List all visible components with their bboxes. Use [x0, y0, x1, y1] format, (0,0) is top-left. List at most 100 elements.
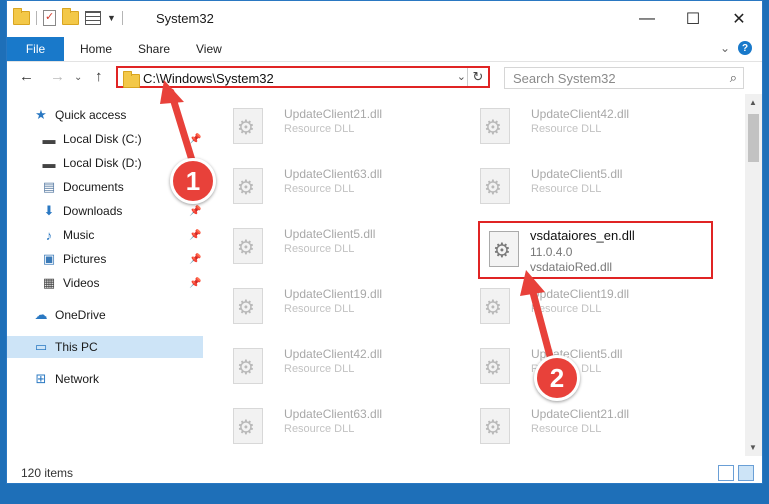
computer-icon: ▭ [34, 339, 48, 354]
star-icon: ★ [35, 107, 47, 122]
sidebar-item-label: Local Disk (C:) [63, 132, 142, 146]
pin-icon[interactable]: 📌 [189, 134, 201, 145]
file-item[interactable]: UpdateClient63.dll Resource DLL [220, 162, 440, 210]
vertical-scrollbar[interactable]: ▲ ▼ [745, 94, 762, 456]
file-type: Resource DLL [284, 183, 355, 195]
search-placeholder: Search System32 [513, 71, 616, 86]
sidebar-item-label: Quick access [55, 108, 127, 122]
sidebar-item-label: Downloads [63, 204, 123, 218]
pin-icon[interactable]: 📌 [189, 230, 201, 241]
pin-icon[interactable]: 📌 [189, 278, 201, 289]
window-title: System32 [156, 11, 214, 26]
sidebar-item-label: OneDrive [55, 308, 106, 322]
file-name: UpdateClient42.dll [284, 347, 383, 361]
file-item[interactable]: UpdateClient21.dll Resource DLL [220, 102, 440, 150]
pin-icon[interactable]: 📌 [189, 254, 201, 265]
view-icon[interactable] [85, 11, 101, 25]
expand-ribbon-icon[interactable]: ⌄ [720, 41, 730, 55]
tab-view[interactable]: View [196, 42, 222, 56]
file-name: UpdateClient5.dll [284, 227, 376, 241]
up-arrow-icon[interactable]: ↑ [95, 68, 103, 85]
dll-file-icon [233, 228, 263, 264]
properties-icon[interactable] [43, 10, 56, 26]
drive-icon: ▬ [42, 155, 56, 171]
dll-file-icon [480, 408, 510, 444]
sidebar-item-music[interactable]: ♪ Music 📌 [7, 224, 203, 246]
callout-step-2: 2 [534, 355, 580, 401]
file-version: 11.0.4.0 [530, 245, 573, 259]
file-name: vsdataiores_en.dll [530, 228, 635, 243]
sidebar-item-network[interactable]: ⊞ Network [7, 368, 203, 390]
scroll-down-icon[interactable]: ▼ [749, 443, 757, 452]
maximize-button[interactable]: ☐ [670, 1, 716, 37]
chevron-down-icon[interactable]: ▼ [107, 13, 116, 23]
refresh-icon[interactable]: ↻ [467, 68, 488, 86]
navigation-pane: ★ Quick access ▬ Local Disk (C:) 📌 ▬ Loc… [7, 94, 203, 458]
toolbar-divider [121, 11, 123, 25]
close-button[interactable]: ✕ [716, 1, 762, 37]
sidebar-item-label: This PC [55, 340, 98, 354]
new-folder-icon[interactable] [62, 8, 79, 25]
sidebar-item-label: Network [55, 372, 100, 386]
address-dropdown-icon[interactable]: ⌄ [457, 70, 466, 83]
file-item[interactable]: UpdateClient19.dll Resource DLL [220, 282, 440, 330]
network-icon: ⊞ [35, 371, 47, 386]
sidebar-item-local-disk-c[interactable]: ▬ Local Disk (C:) 📌 [7, 128, 203, 150]
folder-icon [123, 71, 140, 88]
dll-file-icon [233, 348, 263, 384]
file-name: UpdateClient19.dll [531, 287, 630, 301]
file-item[interactable]: UpdateClient5.dll Resource DLL [467, 162, 687, 210]
file-item[interactable]: UpdateClient63.dll Resource DLL [220, 402, 440, 450]
file-type: Resource DLL [284, 363, 355, 375]
title-bar: ▼ System32 — ☐ ✕ [7, 1, 762, 37]
file-type: Resource DLL [284, 423, 355, 435]
tab-home[interactable]: Home [80, 42, 112, 56]
sidebar-item-onedrive[interactable]: ☁ OneDrive [7, 304, 203, 326]
file-name: UpdateClient42.dll [531, 107, 630, 121]
music-icon: ♪ [45, 227, 53, 243]
tab-file[interactable]: File [7, 37, 64, 61]
file-type: Resource DLL [531, 183, 602, 195]
tab-share[interactable]: Share [138, 42, 170, 56]
scrollbar-thumb[interactable] [748, 114, 759, 162]
sidebar-item-downloads[interactable]: ⬇ Downloads 📌 [7, 200, 203, 222]
file-name: UpdateClient19.dll [284, 287, 383, 301]
pictures-icon: ▣ [42, 251, 56, 266]
minimize-button[interactable]: — [624, 1, 670, 37]
file-name: UpdateClient63.dll [284, 407, 383, 421]
search-icon[interactable]: ⌕ [730, 70, 737, 86]
tiles-view-icon[interactable] [738, 465, 754, 481]
sidebar-item-pictures[interactable]: ▣ Pictures 📌 [7, 248, 203, 270]
file-item[interactable]: UpdateClient5.dll Resource DLL [220, 222, 440, 270]
recent-locations-icon[interactable]: ⌄ [74, 72, 82, 83]
back-arrow-icon[interactable]: ← [19, 68, 34, 85]
file-type: Resource DLL [284, 123, 355, 135]
file-item[interactable]: UpdateClient42.dll Resource DLL [220, 342, 440, 390]
sidebar-item-label: Music [63, 228, 95, 242]
file-item[interactable]: UpdateClient21.dll Resource DLL [467, 402, 687, 450]
sidebar-item-videos[interactable]: ▦ Videos 📌 [7, 272, 203, 294]
documents-icon: ▤ [42, 179, 56, 194]
address-bar[interactable]: C:\Windows\System32 ⌄ ↻ [116, 66, 490, 88]
dll-file-icon [480, 348, 510, 384]
file-list: UpdateClient21.dll Resource DLL UpdateCl… [212, 94, 742, 456]
view-switcher [718, 465, 754, 481]
help-icon[interactable]: ? [738, 41, 752, 55]
dll-file-icon [480, 288, 510, 324]
sidebar-item-this-pc[interactable]: ▭ This PC [7, 336, 203, 358]
folder-icon[interactable] [13, 8, 30, 25]
quick-access-toolbar: ▼ [13, 8, 123, 26]
drive-icon: ▬ [42, 131, 56, 147]
ribbon-controls: ⌄ ? [720, 41, 752, 55]
file-description: vsdataioRed.dll [530, 260, 613, 274]
details-view-icon[interactable] [718, 465, 734, 481]
scroll-up-icon[interactable]: ▲ [749, 98, 757, 107]
forward-arrow-icon[interactable]: → [50, 68, 65, 85]
address-path[interactable]: C:\Windows\System32 [143, 71, 274, 86]
pin-icon[interactable]: 📌 [189, 206, 201, 217]
sidebar-item-quick-access[interactable]: ★ Quick access [7, 104, 203, 126]
file-item[interactable]: UpdateClient19.dll Resource DLL [467, 282, 687, 330]
highlighted-file-item[interactable]: vsdataiores_en.dll 11.0.4.0 vsdataioRed.… [478, 221, 713, 279]
file-item[interactable]: UpdateClient42.dll Resource DLL [467, 102, 687, 150]
search-input[interactable]: Search System32 ⌕ [504, 67, 744, 89]
